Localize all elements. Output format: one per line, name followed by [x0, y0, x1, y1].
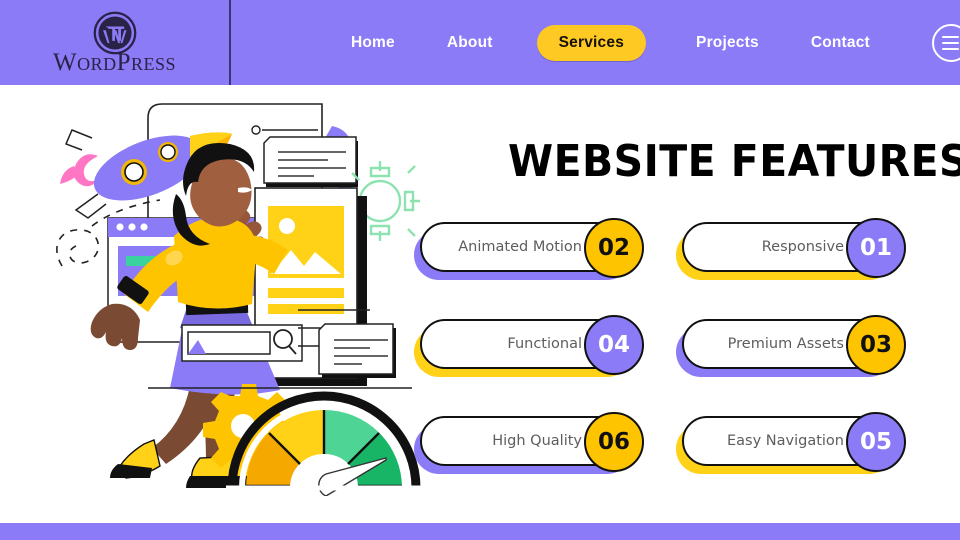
hamburger-menu-icon[interactable]	[931, 23, 960, 62]
feature-number-badge: 04	[584, 315, 644, 375]
site-header: WordPress Home About Services Projects C…	[0, 0, 960, 85]
feature-item-responsive[interactable]: Responsive 01	[676, 218, 906, 280]
nav-item-contact[interactable]: Contact	[811, 34, 870, 52]
dot-icon	[251, 125, 261, 135]
note-card-top	[263, 136, 358, 187]
hamburger-line	[942, 47, 960, 50]
brand-name: WordPress	[52, 49, 177, 76]
hamburger-line	[942, 35, 960, 38]
brand-logo[interactable]: WordPress	[0, 0, 231, 85]
illustration-artwork	[56, 103, 422, 496]
feature-number-badge: 06	[584, 412, 644, 472]
features-row: Animated Motion 02 Responsive 01	[414, 218, 920, 280]
nav-item-about[interactable]: About	[447, 34, 493, 52]
footer-bar	[0, 523, 960, 540]
feature-label: Animated Motion	[458, 239, 582, 255]
feature-label: Responsive	[761, 239, 844, 255]
feature-label: High Quality	[492, 433, 582, 449]
feature-item-functional[interactable]: Functional 04	[414, 315, 644, 377]
feature-number-badge: 03	[846, 315, 906, 375]
feature-label: Functional	[507, 336, 582, 352]
note-card-bottom	[318, 323, 396, 378]
feature-label: Easy Navigation	[727, 433, 844, 449]
page-title: WEBSITE FEATURES	[508, 136, 960, 187]
nav-item-projects[interactable]: Projects	[696, 34, 759, 52]
website-features-illustration	[40, 96, 430, 496]
feature-label: Premium Assets	[727, 336, 844, 352]
features-grid: Animated Motion 02 Responsive 01 Functio…	[414, 218, 920, 513]
hamburger-line	[942, 41, 960, 44]
features-row: Functional 04 Premium Assets 03	[414, 315, 920, 377]
feature-number-badge: 02	[584, 218, 644, 278]
feature-item-easy-navigation[interactable]: Easy Navigation 05	[676, 412, 906, 474]
feature-item-animated-motion[interactable]: Animated Motion 02	[414, 218, 644, 280]
nav-item-home[interactable]: Home	[351, 34, 395, 52]
search-bar	[181, 324, 303, 362]
nav-item-services[interactable]: Services	[536, 24, 647, 61]
feature-number-badge: 01	[846, 218, 906, 278]
page-root: WordPress Home About Services Projects C…	[0, 0, 960, 540]
main-navigation: Home About Services Projects Contact	[231, 0, 960, 85]
features-row: High Quality 06 Easy Navigation 05	[414, 412, 920, 474]
feature-number-badge: 05	[846, 412, 906, 472]
feature-item-high-quality[interactable]: High Quality 06	[414, 412, 644, 474]
feature-item-premium-assets[interactable]: Premium Assets 03	[676, 315, 906, 377]
